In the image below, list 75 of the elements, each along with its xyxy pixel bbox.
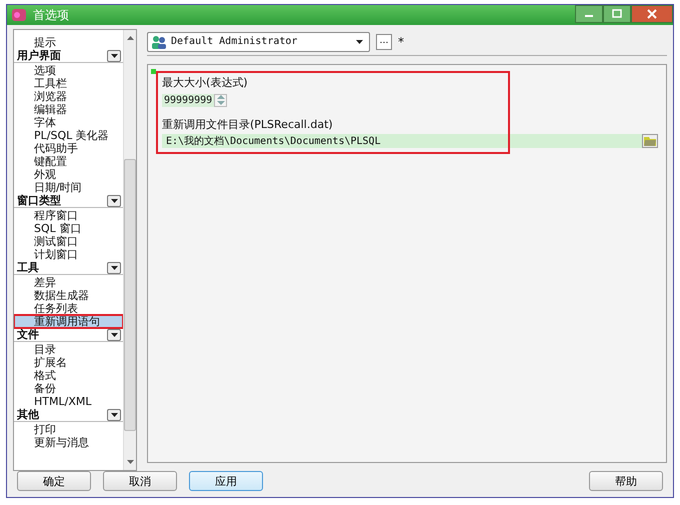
category-title: 文件: [17, 327, 39, 342]
category-item[interactable]: 字体: [14, 116, 123, 129]
up-down-arrows-icon: [216, 95, 225, 106]
category-title: 其他: [17, 407, 39, 422]
caret-icon: [110, 198, 118, 202]
category-item[interactable]: 差异: [14, 276, 123, 289]
field-label: 最大大小(表达式): [162, 74, 249, 90]
category-item[interactable]: 计划窗口: [14, 248, 123, 261]
dialog-button[interactable]: 帮助: [589, 471, 663, 491]
category-header[interactable]: 其他: [14, 408, 123, 422]
category-header[interactable]: 文件: [14, 328, 123, 342]
category-title: 窗口类型: [17, 193, 61, 208]
category-item[interactable]: 编辑器: [14, 103, 123, 116]
collapse-button[interactable]: [107, 262, 121, 274]
caret-icon: [110, 332, 118, 336]
category-item[interactable]: 程序窗口: [14, 209, 123, 222]
minimize-button[interactable]: [575, 5, 603, 23]
collapse-button[interactable]: [107, 408, 121, 420]
more-button[interactable]: …: [376, 34, 392, 50]
category-header[interactable]: 工具: [14, 261, 123, 275]
category-item[interactable]: 浏览器: [14, 90, 123, 103]
scroll-up-icon: [126, 36, 134, 40]
browse-button[interactable]: [642, 134, 658, 148]
modified-marker: *: [398, 34, 404, 49]
category-item[interactable]: 选项: [14, 64, 123, 77]
app-icon: [11, 7, 27, 23]
directory-field[interactable]: E:\我的文档\Documents\Documents\PLSQL: [162, 134, 658, 148]
scroll-thumb[interactable]: [124, 159, 136, 431]
close-button[interactable]: [631, 5, 673, 23]
category-item[interactable]: 数据生成器: [14, 289, 123, 302]
category-item[interactable]: 目录: [14, 343, 123, 356]
maximize-button[interactable]: [603, 5, 631, 23]
category-item[interactable]: 更新与消息: [14, 436, 123, 449]
category-item[interactable]: 打印: [14, 423, 123, 436]
category-item[interactable]: HTML/XML: [14, 395, 123, 408]
collapse-button[interactable]: [107, 328, 121, 340]
category-item[interactable]: 重新调用语句: [14, 315, 123, 328]
field-label: 重新调用文件目录(PLSRecall.dat): [162, 116, 334, 132]
caret-icon: [110, 266, 118, 270]
category-item[interactable]: 测试窗口: [14, 235, 123, 248]
category-header[interactable]: 用户界面: [14, 49, 123, 63]
category-title: 工具: [17, 260, 39, 275]
close-icon: [646, 9, 658, 19]
category-item[interactable]: 格式: [14, 369, 123, 382]
category-item[interactable]: 键配置: [14, 155, 123, 168]
category-item[interactable]: 日期/时间: [14, 181, 123, 194]
caret-icon: [110, 412, 118, 416]
maximize-icon: [611, 9, 623, 19]
category-item[interactable]: 外观: [14, 168, 123, 181]
caret-icon: [356, 40, 363, 44]
users-icon: [151, 34, 167, 49]
category-item[interactable]: 代码助手: [14, 142, 123, 155]
profile-dropdown[interactable]: Default Administrator: [147, 32, 370, 52]
category-item[interactable]: 备份: [14, 382, 123, 395]
category-item[interactable]: 扩展名: [14, 356, 123, 369]
caret-icon: [110, 54, 118, 58]
category-item[interactable]: 提示: [14, 36, 123, 49]
scroll-down-icon: [126, 460, 134, 464]
category-header[interactable]: 窗口类型: [14, 194, 123, 208]
collapse-button[interactable]: [107, 50, 121, 62]
dialog-button[interactable]: 取消: [103, 471, 177, 491]
category-item[interactable]: PL/SQL 美化器: [14, 129, 123, 142]
window-title: 首选项: [33, 6, 69, 24]
directory-path: E:\我的文档\Documents\Documents\PLSQL: [166, 134, 381, 148]
category-title: 用户界面: [17, 48, 61, 63]
folder-icon: [644, 136, 656, 146]
category-item[interactable]: 工具栏: [14, 77, 123, 90]
max-size-field[interactable]: 99999999: [162, 94, 214, 107]
dialog-button[interactable]: 应用: [189, 471, 263, 491]
dialog-button[interactable]: 确定: [17, 471, 91, 491]
scrollbar[interactable]: [123, 30, 136, 470]
profile-name: Default Administrator: [171, 36, 298, 48]
collapse-button[interactable]: [107, 194, 121, 206]
category-item[interactable]: SQL 窗口: [14, 222, 123, 235]
category-item[interactable]: 任务列表: [14, 302, 123, 315]
